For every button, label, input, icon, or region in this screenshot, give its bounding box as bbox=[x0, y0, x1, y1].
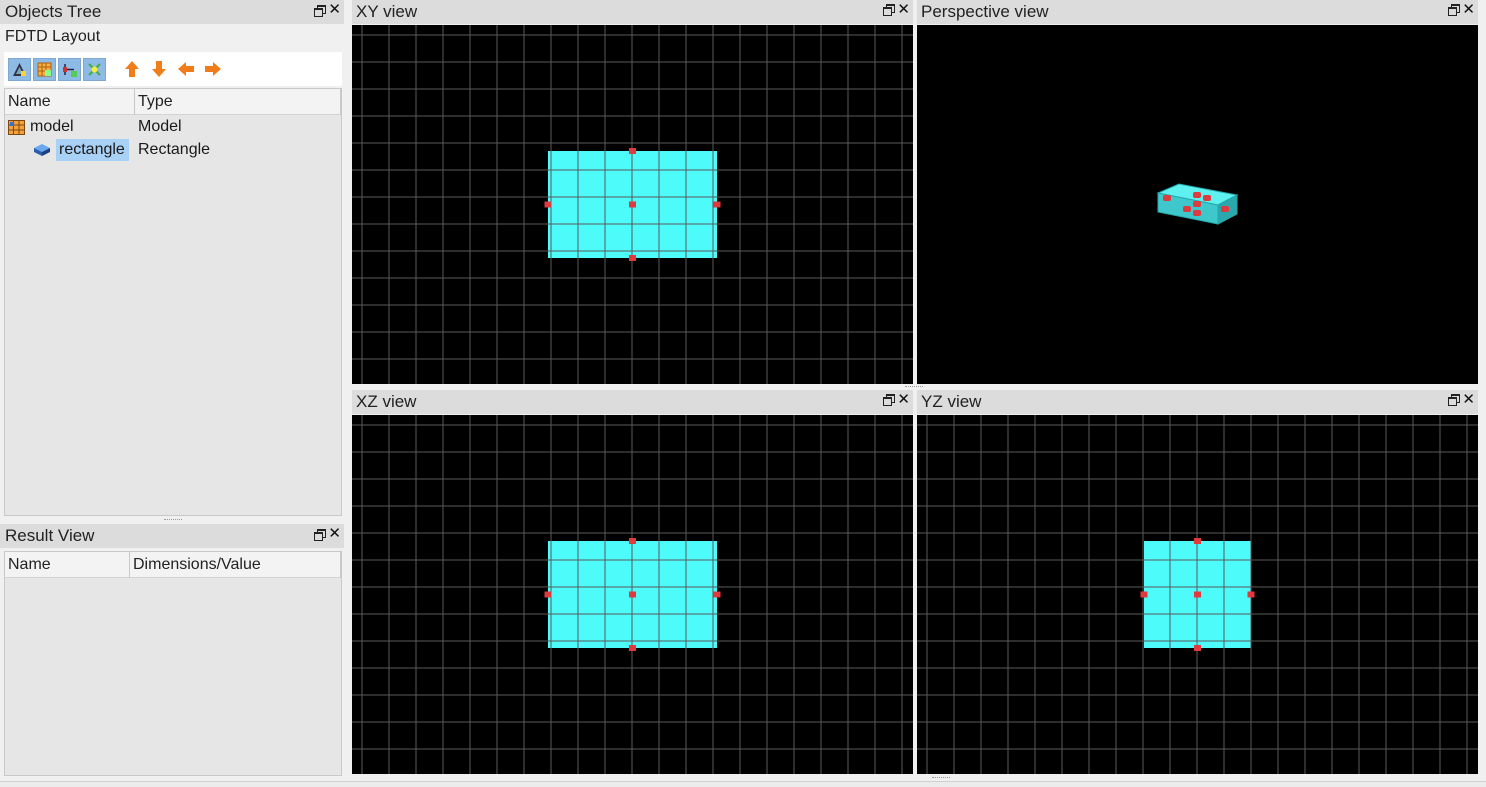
resize-handle bbox=[713, 591, 721, 598]
close-icon[interactable]: ✕ bbox=[1462, 2, 1475, 17]
tree-item-label: model bbox=[30, 118, 74, 135]
column-header-dimensions[interactable]: Dimensions/Value bbox=[130, 552, 341, 578]
arrow-up-icon[interactable] bbox=[120, 58, 143, 81]
float-icon[interactable] bbox=[883, 4, 896, 16]
add-geometry-icon[interactable] bbox=[8, 57, 31, 81]
objects-tree-table: Name Type model Model rectangle Rectangl… bbox=[4, 88, 342, 516]
resize-handle bbox=[713, 201, 721, 208]
resize-handle bbox=[1194, 538, 1201, 544]
splitter-handle[interactable] bbox=[932, 777, 950, 779]
result-view-title: Result View bbox=[5, 526, 95, 545]
xy-view-title-bar: XY view ✕ bbox=[352, 0, 913, 24]
result-view-table: Name Dimensions/Value bbox=[4, 551, 342, 776]
layout-label: FDTD Layout bbox=[5, 28, 101, 45]
float-icon[interactable] bbox=[1448, 4, 1461, 16]
add-grid-icon[interactable] bbox=[33, 57, 56, 81]
tree-item-type: Model bbox=[138, 118, 182, 135]
resize-handle bbox=[1247, 591, 1255, 598]
result-view-title-bar: Result View ✕ bbox=[0, 524, 344, 548]
resize-handle bbox=[629, 201, 636, 208]
column-header-name[interactable]: Name bbox=[5, 89, 135, 115]
arrow-right-icon[interactable] bbox=[201, 58, 224, 81]
close-icon[interactable]: ✕ bbox=[897, 392, 910, 407]
rectangle-object-icon bbox=[34, 144, 50, 156]
column-header-name[interactable]: Name bbox=[5, 552, 130, 578]
arrow-down-icon[interactable] bbox=[147, 58, 170, 81]
model-icon bbox=[8, 119, 25, 135]
tree-header: Name Type bbox=[5, 89, 341, 115]
splitter-handle[interactable] bbox=[164, 519, 182, 521]
resize-handle bbox=[629, 538, 636, 544]
splitter-handle[interactable] bbox=[905, 386, 923, 388]
perspective-view-title-bar: Perspective view ✕ bbox=[917, 0, 1478, 24]
tree-item-label: rectangle bbox=[56, 139, 129, 161]
objects-tree-title: Objects Tree bbox=[5, 2, 102, 21]
result-header: Name Dimensions/Value bbox=[5, 552, 341, 578]
xy-view-title: XY view bbox=[356, 2, 418, 21]
close-icon[interactable]: ✕ bbox=[328, 526, 341, 541]
objects-tree-title-bar: Objects Tree ✕ bbox=[0, 0, 344, 24]
yz-view-title: YZ view bbox=[921, 392, 982, 411]
yz-view-canvas[interactable] bbox=[917, 415, 1478, 774]
float-icon[interactable] bbox=[314, 529, 327, 541]
resize-handle bbox=[1194, 645, 1201, 651]
tree-item-type: Rectangle bbox=[138, 141, 211, 158]
close-icon[interactable]: ✕ bbox=[1462, 392, 1475, 407]
tree-row-rectangle[interactable]: rectangle Rectangle bbox=[5, 139, 341, 161]
tree-row-model[interactable]: model Model bbox=[5, 116, 341, 138]
perspective-view-title: Perspective view bbox=[921, 2, 1049, 21]
column-header-type[interactable]: Type bbox=[135, 89, 341, 115]
float-icon[interactable] bbox=[1448, 394, 1461, 406]
resize-handle bbox=[629, 255, 636, 261]
resize-handle bbox=[629, 591, 636, 598]
yz-view-title-bar: YZ view ✕ bbox=[917, 390, 1478, 414]
resize-handle bbox=[629, 645, 636, 651]
xz-view-canvas[interactable] bbox=[352, 415, 913, 774]
xz-view-title-bar: XZ view ✕ bbox=[352, 390, 913, 414]
add-probe-icon[interactable] bbox=[83, 57, 106, 81]
resize-handle bbox=[544, 201, 552, 208]
close-icon[interactable]: ✕ bbox=[328, 2, 341, 17]
xz-view-title: XZ view bbox=[356, 392, 417, 411]
resize-handle bbox=[1194, 591, 1201, 598]
resize-handle bbox=[629, 148, 636, 154]
close-icon[interactable]: ✕ bbox=[897, 2, 910, 17]
perspective-view-canvas[interactable] bbox=[917, 25, 1478, 384]
resize-handle bbox=[1140, 591, 1148, 598]
arrow-left-icon[interactable] bbox=[174, 58, 197, 81]
float-icon[interactable] bbox=[883, 394, 896, 406]
status-bar bbox=[0, 781, 1486, 787]
resize-handle bbox=[544, 591, 552, 598]
float-icon[interactable] bbox=[314, 5, 327, 17]
objects-toolbar bbox=[4, 52, 342, 86]
xy-view-canvas[interactable] bbox=[352, 25, 913, 384]
add-port-icon[interactable] bbox=[58, 57, 81, 81]
